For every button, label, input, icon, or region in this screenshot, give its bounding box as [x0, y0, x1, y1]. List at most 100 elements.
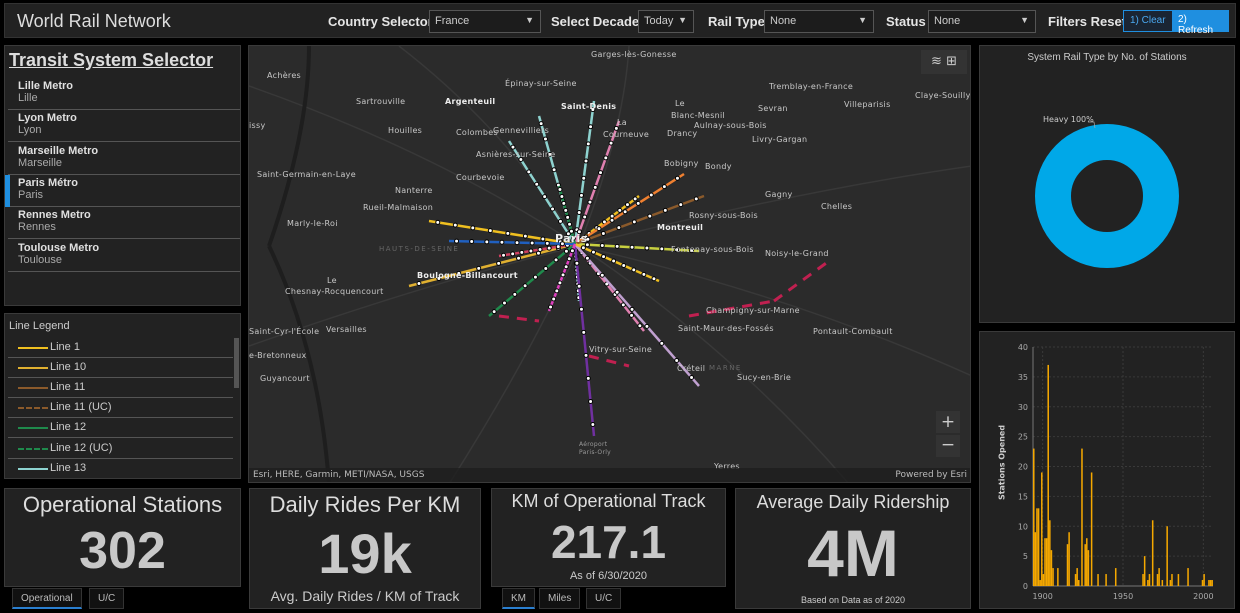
line-swatch	[18, 467, 48, 470]
bar[interactable]	[1047, 364, 1049, 586]
legend-item[interactable]: Line 10	[8, 358, 233, 379]
bar[interactable]	[1156, 574, 1159, 586]
bar[interactable]	[1166, 526, 1168, 586]
bar[interactable]	[1076, 568, 1078, 586]
bar[interactable]	[1081, 448, 1083, 586]
bar[interactable]	[1033, 448, 1035, 586]
bar[interactable]	[1143, 556, 1146, 586]
x-tick-label: 1950	[1113, 592, 1133, 601]
bar[interactable]	[1203, 574, 1205, 586]
bar[interactable]	[1208, 580, 1210, 586]
powered-by-esri[interactable]: Powered by Esri	[895, 470, 967, 480]
system-item[interactable]: Lille Metro Lille	[8, 78, 240, 110]
station-marker	[588, 398, 594, 404]
zoom-out-button[interactable]: −	[936, 435, 960, 457]
system-item[interactable]: Toulouse Metro Toulouse	[8, 240, 240, 272]
system-item[interactable]: Paris Métro Paris	[5, 174, 240, 207]
legend-scrollbar[interactable]	[234, 338, 239, 388]
station-marker	[578, 306, 584, 312]
bar[interactable]	[1148, 574, 1151, 586]
place-label: Saint-Germain-en-Laye	[257, 170, 356, 179]
bar[interactable]	[1066, 544, 1069, 586]
refresh-button[interactable]: 2) Refresh	[1172, 10, 1229, 36]
bar[interactable]	[1045, 538, 1048, 586]
bar[interactable]	[1177, 574, 1180, 586]
station-marker	[557, 218, 563, 224]
place-label: Chesnay-Rocquencourt	[285, 287, 384, 296]
bar[interactable]	[1158, 568, 1160, 586]
station-marker	[487, 228, 493, 234]
bar[interactable]	[1169, 580, 1172, 586]
tab-km[interactable]: KM	[502, 588, 535, 609]
bar[interactable]	[1044, 538, 1046, 586]
system-name: Lyon Metro	[18, 112, 77, 125]
station-marker	[569, 248, 575, 254]
country-selector-dropdown[interactable]: France ▼	[429, 10, 541, 33]
station-marker	[566, 256, 572, 262]
bar[interactable]	[1049, 520, 1051, 586]
legend-item[interactable]: Line 12	[8, 418, 233, 439]
station-marker	[590, 421, 596, 427]
system-item[interactable]: Rennes Metro Rennes	[8, 207, 240, 240]
bar[interactable]	[1171, 574, 1173, 586]
place-label: Noisy-le-Grand	[765, 249, 829, 258]
station-marker	[563, 264, 569, 270]
bar[interactable]	[1034, 532, 1037, 586]
system-item[interactable]: Lyon Metro Lyon	[8, 110, 240, 143]
layers-icon[interactable]: ≋	[931, 54, 942, 69]
qr-grid-icon[interactable]: ⊞	[946, 54, 957, 69]
bar[interactable]	[1209, 580, 1212, 586]
place-label: Aulnay-sous-Bois	[694, 121, 767, 130]
tab-miles[interactable]: Miles	[539, 588, 581, 609]
bar[interactable]	[1142, 574, 1144, 586]
bar[interactable]	[1036, 508, 1038, 586]
bar[interactable]	[1097, 574, 1099, 586]
legend-item[interactable]: Line 13	[8, 459, 233, 478]
bar[interactable]	[1078, 580, 1080, 586]
bar[interactable]	[1187, 568, 1189, 586]
decade-dropdown[interactable]: Today ▼	[638, 10, 694, 33]
tab-track-uc[interactable]: U/C	[586, 588, 622, 609]
bar[interactable]	[1211, 580, 1213, 586]
place-label: Pontault-Combault	[813, 327, 893, 336]
legend-item[interactable]: Line 11 (UC)	[8, 398, 233, 419]
bar[interactable]	[1057, 568, 1059, 586]
bar[interactable]	[1068, 532, 1070, 586]
bar[interactable]	[1074, 574, 1077, 586]
place-label: Drancy	[667, 129, 698, 138]
tab-operational[interactable]: Operational	[12, 588, 82, 609]
bar[interactable]	[1151, 520, 1154, 586]
bar[interactable]	[1037, 508, 1040, 586]
zoom-in-button[interactable]: +	[936, 411, 960, 433]
status-dropdown[interactable]: None ▼	[928, 10, 1036, 33]
bar[interactable]	[1114, 568, 1117, 586]
bar[interactable]	[1105, 574, 1107, 586]
river-seine	[267, 245, 331, 482]
bar[interactable]	[1201, 580, 1204, 586]
bar[interactable]	[1039, 580, 1041, 586]
bar[interactable]	[1147, 580, 1149, 586]
station-marker	[662, 207, 668, 213]
map-canvas[interactable]	[249, 46, 971, 483]
place-label: Asnières-sur-Seine	[476, 150, 556, 159]
bar[interactable]	[1052, 568, 1054, 586]
rail-type-dropdown[interactable]: None ▼	[764, 10, 874, 33]
bar[interactable]	[1087, 550, 1090, 586]
bar[interactable]	[1086, 538, 1088, 586]
station-marker	[580, 245, 586, 251]
tab-uc[interactable]: U/C	[89, 588, 125, 609]
system-item[interactable]: Marseille Metro Marseille	[8, 143, 240, 175]
clear-button[interactable]: 1) Clear	[1123, 10, 1173, 32]
bar[interactable]	[1161, 580, 1164, 586]
bar[interactable]	[1042, 574, 1045, 586]
map-view[interactable]: Achères Sartrouville Argenteuil Épinay-sur-…	[248, 45, 971, 483]
legend-item[interactable]: Line 11	[8, 378, 233, 399]
bar[interactable]	[1084, 544, 1086, 586]
legend-item[interactable]: Line 1	[8, 338, 233, 358]
bar[interactable]	[1050, 550, 1053, 586]
legend-item[interactable]: Line 12 (UC)	[8, 439, 233, 459]
place-label: Garges-lès-Gonesse	[591, 50, 677, 59]
bar[interactable]	[1041, 472, 1043, 586]
donut-slice-heavy[interactable]	[1035, 124, 1179, 268]
bar[interactable]	[1090, 472, 1093, 586]
